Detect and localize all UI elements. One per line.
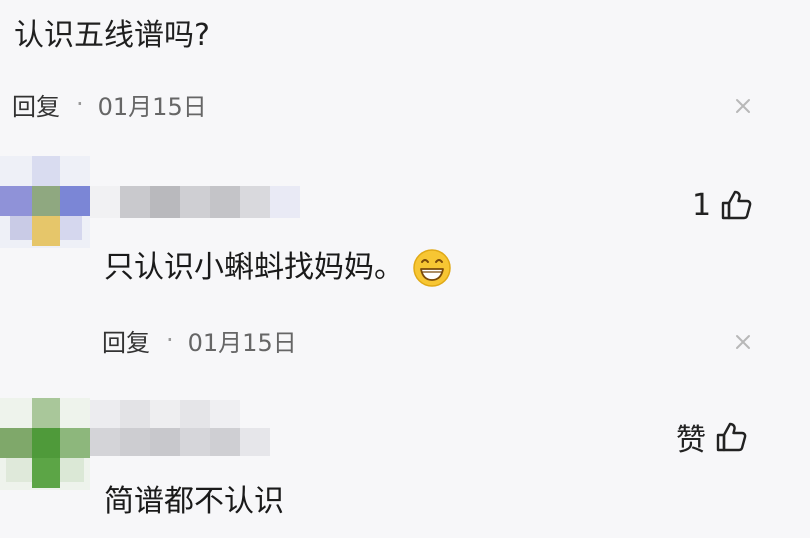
like-label: 赞 [676,423,706,458]
reply-button[interactable]: 回复 [102,323,150,358]
comment-text: 只认识小蝌蚪找妈妈。 [104,250,404,285]
avatar[interactable] [0,398,90,490]
like-button[interactable]: 1 [692,186,753,224]
question-meta: 回复 · 01月15日 [12,86,207,122]
meta-separator: · [166,326,174,354]
thumbs-up-icon [716,422,747,452]
post-date: 01月15日 [97,92,207,121]
comment-text: 简谱都不认识 [104,484,284,519]
meta-separator: · [76,90,84,118]
close-icon[interactable] [731,330,755,354]
username[interactable] [90,186,300,218]
avatar[interactable] [0,156,90,248]
comment-date: 01月15日 [187,328,297,357]
like-button[interactable]: 赞 [676,418,748,458]
thumbs-up-icon [721,190,752,220]
grinning-face-icon [413,249,451,287]
comment-meta: 回复 · 01月15日 [102,322,297,358]
question-text: 认识五线谱吗? [14,18,210,53]
username[interactable] [90,400,272,456]
close-icon[interactable] [731,94,755,118]
comment-body: 只认识小蝌蚪找妈妈。 [104,248,452,288]
like-count: 1 [692,187,712,223]
reply-button[interactable]: 回复 [12,87,60,122]
